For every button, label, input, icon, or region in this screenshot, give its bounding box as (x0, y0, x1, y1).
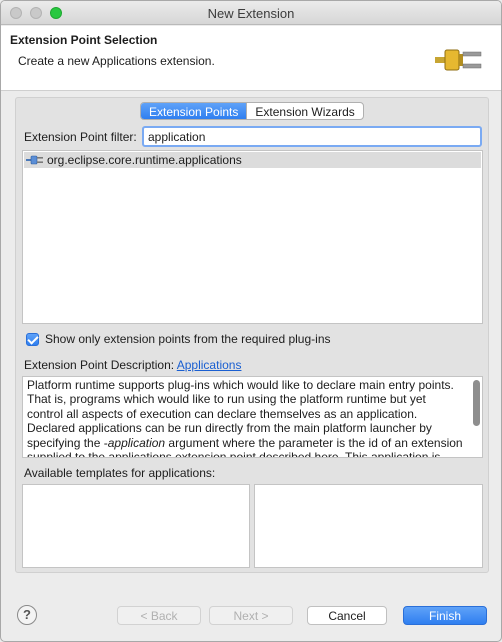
cancel-button[interactable]: Cancel (307, 606, 387, 625)
extension-point-filter-input[interactable] (142, 126, 482, 147)
new-extension-dialog: New Extension Extension Point Selection … (0, 0, 502, 642)
tab-extension-points[interactable]: Extension Points (141, 103, 247, 119)
description-text-em: application (107, 435, 166, 450)
templates-label: Available templates for applications: (24, 466, 216, 480)
window-title: New Extension (207, 6, 295, 21)
only-required-label: Show only extension points from the requ… (45, 332, 331, 346)
plug-icon (435, 49, 482, 71)
tab-strip: Extension Points Extension Wizards (140, 102, 364, 120)
only-required-row[interactable]: Show only extension points from the requ… (26, 332, 331, 346)
list-item-label: org.eclipse.core.runtime.applications (47, 153, 242, 167)
description-text-area[interactable]: Platform runtime supports plug-ins which… (22, 376, 483, 458)
description-label: Extension Point Description: (24, 358, 175, 372)
list-item[interactable]: org.eclipse.core.runtime.applications (24, 152, 481, 168)
extension-point-list[interactable]: org.eclipse.core.runtime.applications (22, 150, 483, 324)
description-label-row: Extension Point Description: Application… (24, 358, 241, 372)
content-panel: Extension Points Extension Wizards Exten… (15, 97, 489, 573)
page-title: Extension Point Selection (10, 33, 158, 47)
page-subtitle: Create a new Applications extension. (18, 54, 215, 68)
help-button[interactable]: ? (17, 605, 37, 625)
description-scrollbar[interactable] (473, 380, 480, 426)
filter-label: Extension Point filter: (24, 130, 137, 144)
finish-button[interactable]: Finish (403, 606, 487, 625)
applications-link[interactable]: Applications (177, 358, 242, 372)
header-banner: Extension Point Selection Create a new A… (1, 26, 501, 91)
title-bar: New Extension (1, 1, 501, 25)
next-button[interactable]: Next > (209, 606, 293, 625)
only-required-checkbox[interactable] (26, 332, 39, 346)
back-button[interactable]: < Back (117, 606, 201, 625)
tab-extension-wizards[interactable]: Extension Wizards (246, 103, 362, 119)
templates-list[interactable] (22, 484, 250, 568)
plug-icon (26, 155, 43, 165)
template-preview (254, 484, 483, 568)
